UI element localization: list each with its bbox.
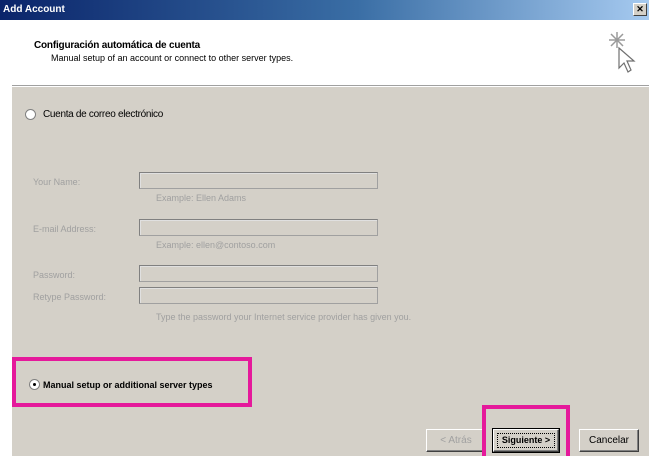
page-subtitle: Manual setup of an account or connect to… [51, 53, 294, 63]
window-title: Add Account [3, 4, 65, 15]
retype-password-field[interactable] [139, 287, 378, 304]
wizard-header: Configuración automática de cuenta Manua… [12, 20, 649, 86]
your-name-label: Your Name: [33, 177, 81, 187]
close-icon[interactable]: ✕ [633, 3, 647, 16]
password-field[interactable] [139, 265, 378, 282]
back-button[interactable]: < Atrás [426, 429, 486, 452]
manual-setup-radio[interactable] [29, 379, 40, 390]
password-hint: Type the password your Internet service … [156, 312, 412, 322]
wizard-cursor-sparkle-icon [609, 32, 636, 73]
wizard-body: Cuenta de correo electrónico Your Name: … [12, 87, 649, 456]
email-account-label[interactable]: Cuenta de correo electrónico [43, 109, 163, 120]
email-address-example: Example: ellen@contoso.com [156, 240, 276, 250]
page-title: Configuración automática de cuenta [34, 40, 201, 51]
cancel-button[interactable]: Cancelar [579, 429, 639, 452]
email-address-field[interactable] [139, 219, 378, 236]
next-button[interactable]: Siguiente > [492, 428, 560, 453]
retype-password-label: Retype Password: [33, 292, 107, 302]
your-name-example: Example: Ellen Adams [156, 193, 247, 203]
email-address-label: E-mail Address: [33, 224, 97, 234]
email-account-radio[interactable] [25, 109, 36, 120]
manual-setup-label[interactable]: Manual setup or additional server types [43, 380, 213, 390]
next-button-label: Siguiente > [501, 435, 551, 445]
your-name-field[interactable] [139, 172, 378, 189]
password-label: Password: [33, 270, 76, 280]
title-bar: Add Account ✕ [0, 0, 649, 20]
